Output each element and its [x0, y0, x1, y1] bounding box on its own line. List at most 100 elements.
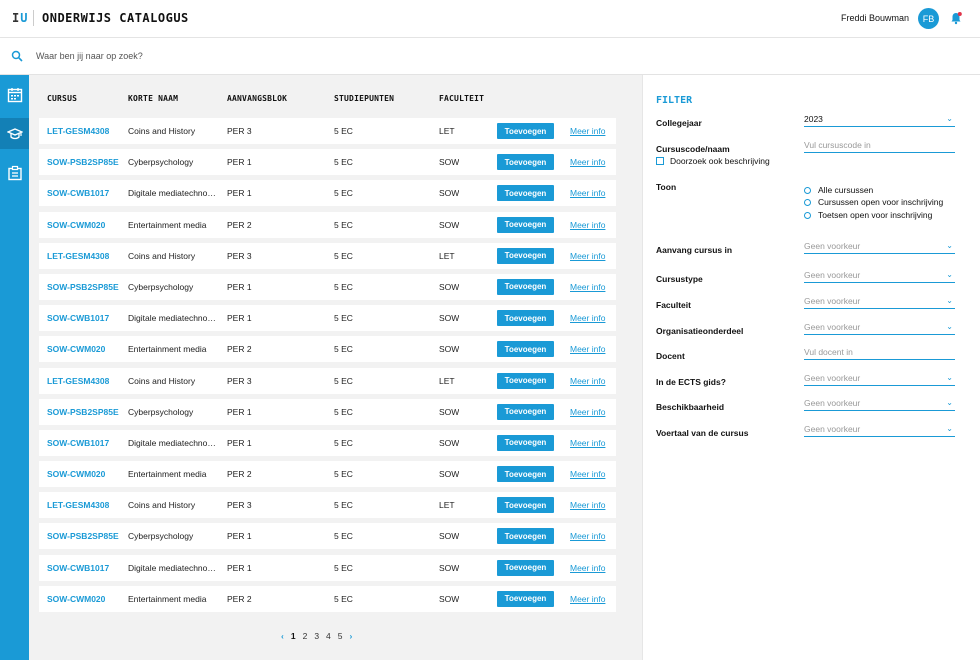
- column-header-cursus[interactable]: Cursus: [47, 94, 77, 103]
- course-code[interactable]: LET-GESM4308: [47, 126, 109, 136]
- prev-page-button[interactable]: ‹: [281, 631, 284, 641]
- course-faculty: LET: [439, 250, 455, 261]
- course-code[interactable]: SOW-PSB2SP85E: [47, 282, 119, 292]
- doorzoek-label: Doorzoek ook beschrijving: [670, 156, 770, 166]
- column-header-aanvangsblok[interactable]: Aanvangsblok: [227, 94, 287, 103]
- page-5[interactable]: 5: [338, 631, 343, 641]
- cursustype-select[interactable]: Geen voorkeur ⌄: [804, 270, 955, 283]
- course-credits: 5 EC: [334, 562, 353, 573]
- course-code[interactable]: SOW-CWB1017: [47, 313, 109, 323]
- page-3[interactable]: 3: [314, 631, 319, 641]
- add-course-button[interactable]: Toevoegen: [497, 341, 554, 358]
- table-header: Cursus Korte naam Aanvangsblok Studiepun…: [29, 91, 642, 107]
- bell-icon[interactable]: [949, 11, 963, 25]
- course-code[interactable]: SOW-CWM020: [47, 344, 105, 354]
- field-placeholder: Geen voorkeur: [804, 424, 861, 434]
- more-info-link[interactable]: Meer info: [570, 282, 605, 292]
- add-course-button[interactable]: Toevoegen: [497, 372, 554, 389]
- course-code[interactable]: LET-GESM4308: [47, 500, 109, 510]
- course-code[interactable]: LET-GESM4308: [47, 376, 109, 386]
- cursuscode-input[interactable]: Vul cursuscode in: [804, 140, 955, 153]
- column-header-korte-naam[interactable]: Korte naam: [128, 94, 178, 103]
- page-2[interactable]: 2: [303, 631, 308, 641]
- aanvang-cursus-in-select[interactable]: Geen voorkeur ⌄: [804, 241, 955, 254]
- add-course-button[interactable]: Toevoegen: [497, 310, 554, 327]
- pagination: ‹ 1 2 3 4 5 ›: [281, 630, 352, 642]
- radio-toetsen-open[interactable]: Toetsen open voor inschrijving: [804, 210, 932, 220]
- collegejaar-label: Collegejaar: [656, 118, 702, 128]
- in-de-ects-gids-select[interactable]: Geen voorkeur ⌄: [804, 373, 955, 386]
- field-placeholder: Geen voorkeur: [804, 373, 861, 383]
- add-course-button[interactable]: Toevoegen: [497, 185, 554, 202]
- next-page-button[interactable]: ›: [350, 631, 353, 641]
- more-info-link[interactable]: Meer info: [570, 251, 605, 261]
- add-course-button[interactable]: Toevoegen: [497, 216, 554, 233]
- table-row: SOW-CWM020 Entertainment media PER 2 5 EC SO…: [39, 336, 616, 363]
- course-code[interactable]: SOW-PSB2SP85E: [47, 157, 119, 167]
- page-1[interactable]: 1: [291, 631, 296, 641]
- add-course-button[interactable]: Toevoegen: [497, 466, 554, 483]
- more-info-link[interactable]: Meer info: [570, 220, 605, 230]
- course-faculty: SOW: [439, 219, 460, 230]
- course-code[interactable]: SOW-PSB2SP85E: [47, 531, 119, 541]
- docent-input[interactable]: Vul docent in: [804, 347, 955, 360]
- radio-alle-cursussen[interactable]: Alle cursussen: [804, 185, 873, 195]
- more-info-link[interactable]: Meer info: [570, 344, 605, 354]
- more-info-link[interactable]: Meer info: [570, 157, 605, 167]
- more-info-link[interactable]: Meer info: [570, 531, 605, 541]
- more-info-link[interactable]: Meer info: [570, 438, 605, 448]
- course-faculty: LET: [439, 126, 455, 136]
- course-code[interactable]: SOW-CWM020: [47, 220, 105, 230]
- organisatieonderdeel-select[interactable]: Geen voorkeur ⌄: [804, 322, 955, 335]
- beschikbaarheid-select[interactable]: Geen voorkeur ⌄: [804, 398, 955, 411]
- more-info-link[interactable]: Meer info: [570, 313, 605, 323]
- course-code[interactable]: SOW-PSB2SP85E: [47, 407, 119, 417]
- column-header-studiepunten[interactable]: Studiepunten: [334, 94, 394, 103]
- avatar[interactable]: FB: [918, 8, 939, 29]
- chevron-down-icon: ⌄: [946, 398, 953, 407]
- add-course-button[interactable]: Toevoegen: [497, 154, 554, 171]
- doorzoek-beschrijving-checkbox[interactable]: Doorzoek ook beschrijving: [656, 156, 770, 166]
- add-course-button[interactable]: Toevoegen: [497, 528, 554, 545]
- course-start-block: PER 2: [227, 593, 252, 604]
- rail-item-courses[interactable]: [0, 118, 29, 149]
- add-course-button[interactable]: Toevoegen: [497, 403, 554, 420]
- more-info-link[interactable]: Meer info: [570, 407, 605, 417]
- rail-item-clipboard[interactable]: [0, 157, 29, 188]
- more-info-link[interactable]: Meer info: [570, 126, 605, 136]
- search-input[interactable]: [36, 48, 636, 64]
- course-code[interactable]: SOW-CWB1017: [47, 188, 109, 198]
- course-code[interactable]: LET-GESM4308: [47, 251, 109, 261]
- add-course-button[interactable]: Toevoegen: [497, 497, 554, 514]
- more-info-link[interactable]: Meer info: [570, 376, 605, 386]
- more-info-link[interactable]: Meer info: [570, 500, 605, 510]
- page-4[interactable]: 4: [326, 631, 331, 641]
- course-start-block: PER 3: [227, 500, 252, 511]
- course-code[interactable]: SOW-CWB1017: [47, 438, 109, 448]
- course-code[interactable]: SOW-CWB1017: [47, 563, 109, 573]
- collegejaar-select[interactable]: 2023 ⌄: [804, 114, 955, 127]
- course-credits: 5 EC: [334, 188, 353, 199]
- voertaal-van-de-cursus-select[interactable]: Geen voorkeur ⌄: [804, 424, 955, 437]
- course-code[interactable]: SOW-CWM020: [47, 469, 105, 479]
- add-course-button[interactable]: Toevoegen: [497, 434, 554, 451]
- add-course-button[interactable]: Toevoegen: [497, 559, 554, 576]
- radio-label: Cursussen open voor inschrijving: [818, 197, 944, 207]
- logo[interactable]: IU: [12, 11, 28, 25]
- course-credits: 5 EC: [334, 219, 353, 230]
- more-info-link[interactable]: Meer info: [570, 469, 605, 479]
- more-info-link[interactable]: Meer info: [570, 594, 605, 604]
- field-placeholder: Geen voorkeur: [804, 241, 861, 251]
- collegejaar-value: 2023: [804, 114, 823, 124]
- course-code[interactable]: SOW-CWM020: [47, 594, 105, 604]
- more-info-link[interactable]: Meer info: [570, 188, 605, 198]
- more-info-link[interactable]: Meer info: [570, 563, 605, 573]
- faculteit-select[interactable]: Geen voorkeur ⌄: [804, 296, 955, 309]
- add-course-button[interactable]: Toevoegen: [497, 247, 554, 264]
- radio-cursussen-open[interactable]: Cursussen open voor inschrijving: [804, 197, 943, 207]
- rail-item-calendar[interactable]: [0, 79, 29, 110]
- add-course-button[interactable]: Toevoegen: [497, 278, 554, 295]
- add-course-button[interactable]: Toevoegen: [497, 123, 554, 139]
- add-course-button[interactable]: Toevoegen: [497, 590, 554, 607]
- column-header-faculteit[interactable]: Faculteit: [439, 94, 484, 103]
